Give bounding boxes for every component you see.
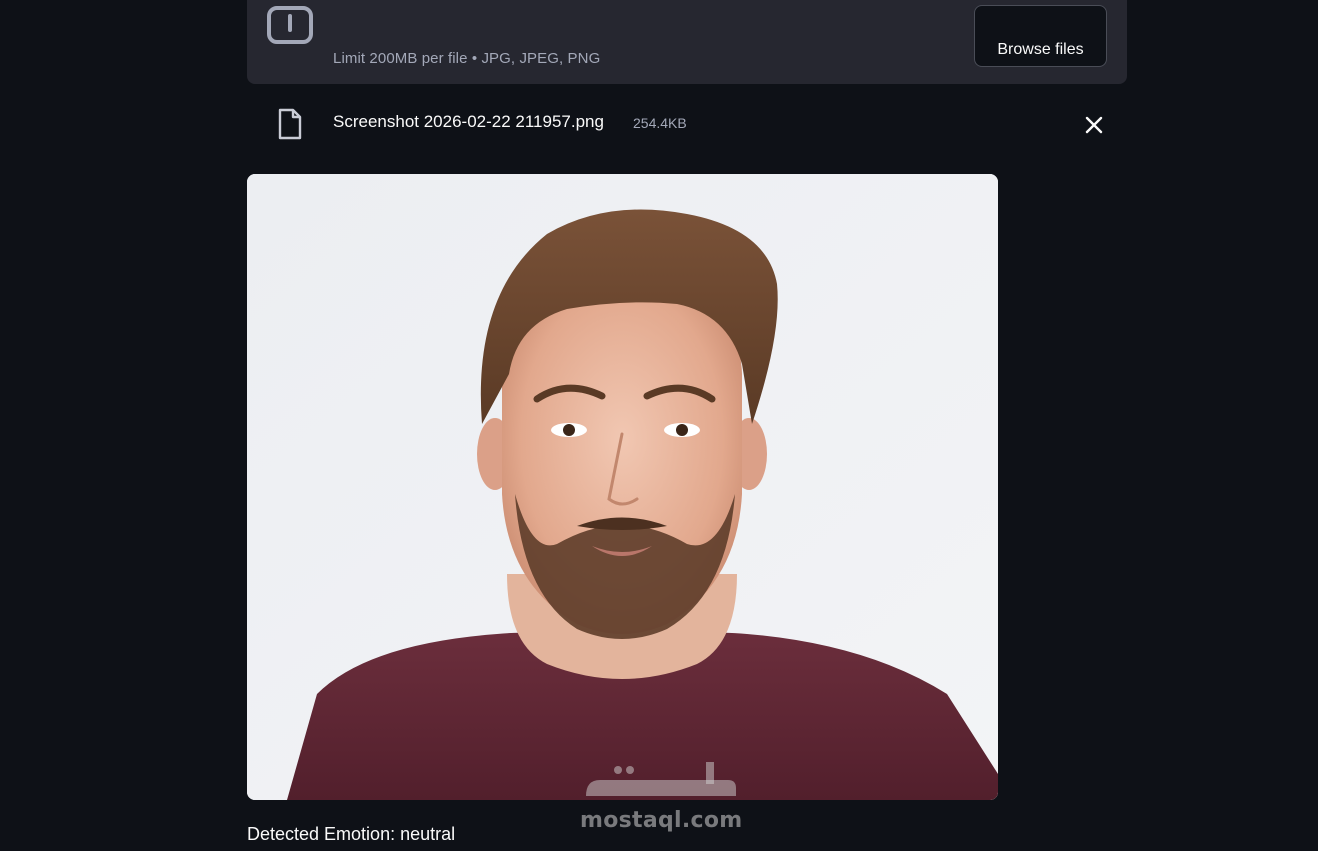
close-icon[interactable] [1081, 112, 1107, 138]
uploaded-file-row: Screenshot 2026-02-22 211957.png 254.4KB [247, 100, 1127, 148]
cloud-upload-icon [267, 6, 313, 44]
watermark-text: mostaql.com [580, 808, 743, 833]
browse-files-button[interactable]: Browse files [974, 5, 1107, 67]
file-name: Screenshot 2026-02-22 211957.png [333, 112, 604, 131]
app-page: Limit 200MB per file • JPG, JPEG, PNG Br… [0, 0, 1318, 851]
file-icon [278, 108, 302, 140]
detected-emotion-text: Detected Emotion: neutral [247, 824, 456, 844]
file-size: 254.4KB [633, 115, 687, 131]
upload-limit-text: Limit 200MB per file • JPG, JPEG, PNG [333, 50, 601, 67]
file-uploader-dropzone[interactable]: Limit 200MB per file • JPG, JPEG, PNG Br… [247, 0, 1127, 84]
portrait-photo [247, 174, 998, 800]
uploaded-image [247, 174, 998, 800]
